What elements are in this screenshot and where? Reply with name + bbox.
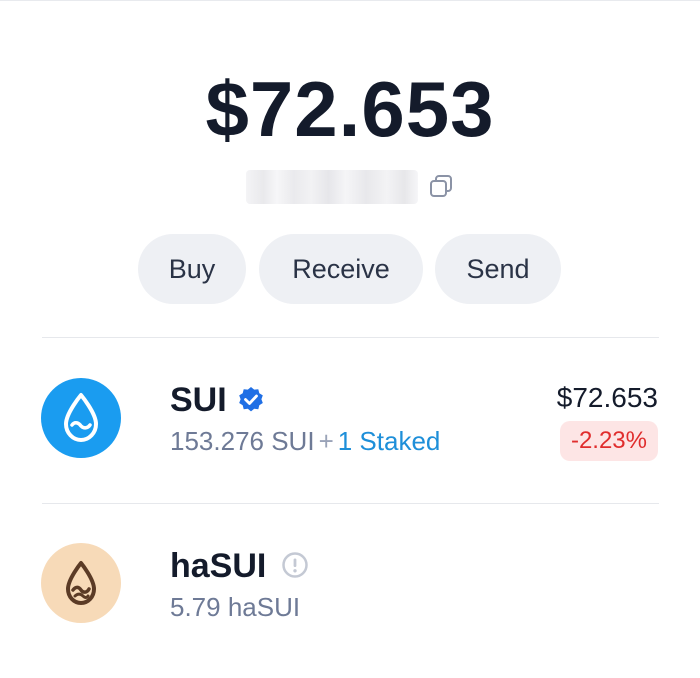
price-change-badge: -2.23% — [559, 421, 658, 461]
token-balance: 153.276 SUI +1 Staked — [170, 425, 440, 457]
action-buttons: Buy Receive Send — [0, 234, 700, 304]
hasui-logo-icon — [41, 543, 121, 623]
buy-button[interactable]: Buy — [138, 234, 246, 304]
info-warning-icon[interactable] — [280, 550, 310, 580]
section-divider — [42, 503, 659, 504]
token-amount: 5.79 haSUI — [170, 592, 301, 622]
receive-button[interactable]: Receive — [259, 234, 423, 304]
staked-link[interactable]: 1 Staked — [338, 426, 441, 456]
token-row-hasui[interactable]: haSUI 5.79 haSUI — [0, 523, 700, 643]
copy-icon[interactable] — [427, 172, 455, 200]
token-amount: 153.276 SUI — [170, 426, 315, 456]
top-divider — [0, 0, 700, 1]
send-button[interactable]: Send — [435, 234, 561, 304]
plus-separator: + — [318, 426, 334, 456]
token-row-sui[interactable]: SUI 153.276 SUI +1 Staked $72.653 -2.23% — [0, 360, 700, 480]
section-divider — [42, 337, 659, 338]
token-name: haSUI — [170, 547, 267, 585]
total-balance: $72.653 — [205, 65, 495, 153]
wallet-address: 0x0000000000000000 — [246, 170, 418, 204]
verified-badge-icon — [239, 387, 263, 412]
token-name: SUI — [170, 381, 227, 419]
sui-logo-icon — [41, 378, 121, 458]
address-row: 0x0000000000000000 — [0, 166, 700, 206]
token-value: $72.653 — [556, 382, 658, 413]
